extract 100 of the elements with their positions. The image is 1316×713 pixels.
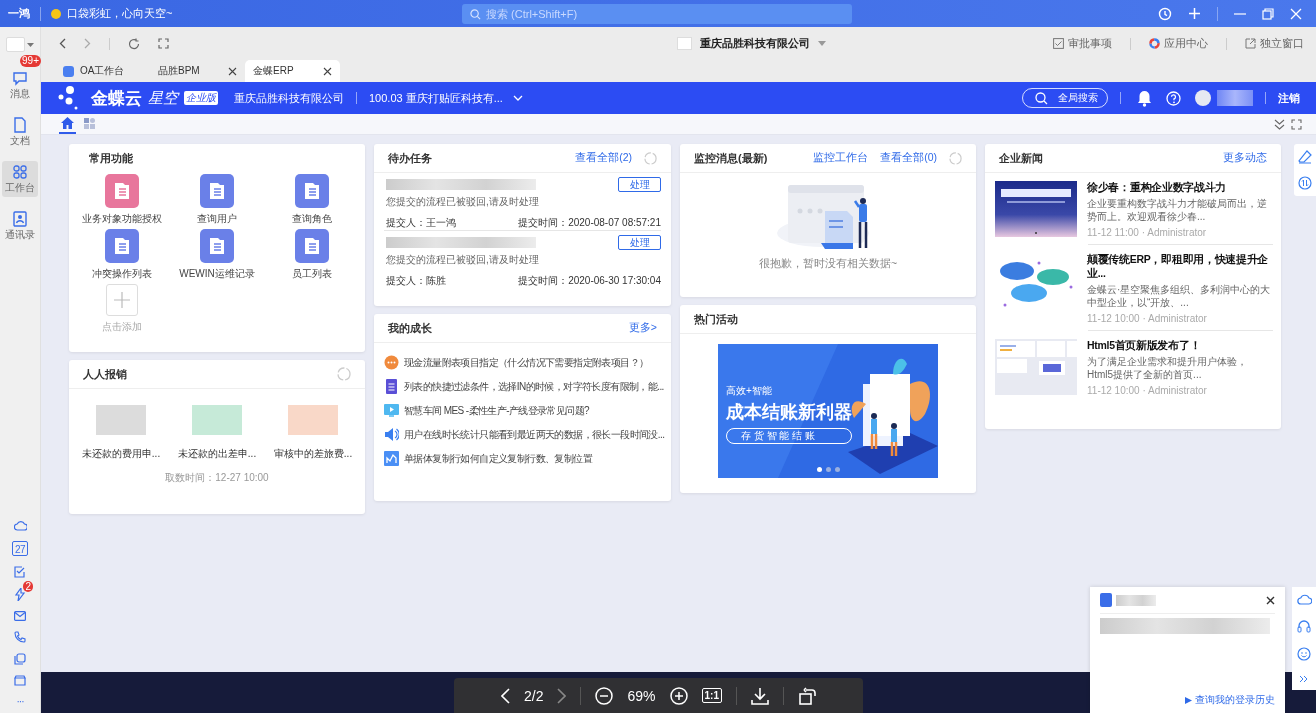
avatar[interactable] — [1195, 90, 1211, 106]
news-meta: 11-12 11:00 · Administrator — [1087, 227, 1208, 238]
fullscreen-icon[interactable] — [1291, 118, 1302, 130]
collapse-icon[interactable] — [1274, 118, 1285, 130]
process-button[interactable]: 处理 — [618, 177, 661, 192]
calendar-icon[interactable]: 27 — [12, 541, 28, 556]
document-icon — [384, 379, 399, 394]
more-link[interactable]: 更多> — [628, 321, 657, 335]
rail-item[interactable]: 通讯录 — [2, 208, 38, 244]
shortcut-item[interactable]: 业务对象功能授权 — [75, 174, 170, 226]
news-title[interactable]: 颠覆传统ERP，即租即用，快速提升企业... — [1087, 253, 1273, 281]
eraser-icon[interactable] — [1298, 150, 1312, 164]
card-link[interactable]: 查看全部(0) — [880, 151, 937, 165]
close-icon[interactable] — [1266, 595, 1275, 605]
shortcut-item[interactable]: WEWIN运维记录 — [169, 229, 265, 281]
article-link[interactable]: 单据体复制行如何自定义复制行数、复制位置 — [404, 451, 592, 466]
history-icon[interactable] — [1158, 6, 1172, 21]
card-title: 人人报销 — [83, 366, 127, 382]
carousel-dot[interactable] — [816, 467, 822, 472]
next-icon[interactable] — [557, 687, 567, 704]
shortcut-item[interactable]: 查询用户 — [169, 174, 265, 226]
company-name[interactable]: 重庆品胜科技有限公司 — [699, 36, 810, 51]
process-button[interactable]: 处理 — [618, 235, 661, 250]
cloud-icon[interactable] — [13, 520, 27, 531]
card-link[interactable]: 监控工作台 — [813, 151, 869, 165]
login-history-link[interactable]: 查询我的登录历史 — [1185, 693, 1275, 707]
checkbox-icon — [1053, 38, 1064, 49]
news-summary: 为了满足企业需求和提升用户体验，Html5提供了全新的首页... — [1087, 355, 1248, 381]
document-icon — [12, 116, 28, 133]
card-title: 待办任务 — [388, 150, 432, 166]
lightning-icon[interactable] — [15, 588, 25, 601]
news-title[interactable]: 徐少春：重构企业数字战斗力 — [1087, 181, 1273, 195]
browser-tab[interactable]: OA工作台 — [55, 60, 150, 82]
back-icon[interactable] — [59, 38, 66, 49]
expand-icon[interactable] — [1299, 675, 1309, 683]
emoji-icon — [51, 8, 61, 19]
shortcut-item[interactable]: 查询角色 — [264, 174, 359, 226]
view-all-link[interactable]: 查看全部(2) — [575, 151, 632, 165]
download-icon[interactable] — [750, 686, 769, 705]
more-button[interactable]: ··· — [16, 696, 24, 707]
fullscreen-icon[interactable] — [158, 38, 169, 49]
copy-icon[interactable] — [14, 653, 26, 665]
rotate-icon[interactable] — [797, 686, 816, 705]
toolbar-link[interactable]: 应用中心 — [1149, 36, 1208, 51]
previous-icon[interactable] — [501, 687, 510, 704]
smiley-icon[interactable] — [1297, 647, 1311, 661]
article-link[interactable]: 现金流量附表项目指定（什么情况下需要指定附表项目？） — [404, 355, 649, 370]
search-field[interactable]: 搜索 (Ctrl+Shift+F) — [462, 4, 852, 24]
shortcut-item[interactable]: 冲突操作列表 — [75, 229, 170, 281]
actual-size-button[interactable]: 1:1 — [701, 688, 722, 703]
empty-message: 很抱歉，暂时没有相关数据~ — [758, 257, 898, 271]
browser-tab[interactable]: 金蝶ERP — [245, 60, 340, 82]
more-news-link[interactable]: 更多动态 — [1223, 151, 1267, 165]
cloud-icon[interactable] — [1296, 594, 1312, 605]
headset-icon[interactable] — [1297, 619, 1311, 633]
account-selector[interactable]: 100.03 重庆打贴匠科技有... — [369, 90, 503, 106]
news-title[interactable]: Html5首页新版发布了！ — [1087, 339, 1273, 353]
card-title: 监控消息(最新) — [694, 150, 768, 166]
mail-icon[interactable] — [14, 611, 26, 621]
shortcut-item[interactable]: 员工列表 — [264, 229, 359, 281]
box-icon[interactable] — [14, 675, 26, 686]
carousel-dot[interactable] — [825, 467, 831, 472]
close-icon[interactable] — [228, 66, 237, 76]
card-title: 企业新闻 — [999, 150, 1043, 166]
sort-icon[interactable] — [1298, 176, 1312, 190]
expense-label[interactable]: 审核中的差旅费... — [273, 447, 353, 461]
article-link[interactable]: 用户在线时长统计只能看到最近两天的数据，很长一段时间没... — [404, 427, 665, 442]
toolbar-link[interactable]: 独立窗口 — [1245, 36, 1304, 51]
minimize-icon[interactable] — [1234, 12, 1246, 15]
submit-time: 提交时间：2020-06-30 17:30:04 — [518, 274, 661, 288]
logout-link[interactable]: 注销 — [1278, 90, 1300, 106]
brand-subtitle: 星空 — [148, 88, 178, 108]
help-icon[interactable] — [1166, 90, 1181, 106]
task-message: 您提交的流程已被驳回,请及时处理 — [386, 195, 540, 209]
article-link[interactable]: 列表的快捷过滤条件，选择IN的时候，对字符长度有限制，能... — [404, 379, 664, 394]
zoom-out-icon[interactable] — [595, 686, 614, 705]
close-icon[interactable] — [323, 66, 332, 76]
status-text[interactable]: 口袋彩虹，心向天空~ — [67, 6, 173, 21]
checklist-icon[interactable] — [14, 566, 26, 578]
browser-tab[interactable]: 品胜BPM — [150, 60, 245, 82]
zoom-in-icon[interactable] — [669, 686, 688, 705]
expense-label[interactable]: 未还款的出差申... — [177, 447, 257, 461]
toolbar-link[interactable]: 审批事项 — [1053, 36, 1112, 51]
carousel-dot[interactable] — [834, 467, 840, 472]
rail-item[interactable]: 文档 — [2, 114, 38, 150]
rail-item[interactable]: 消息 — [2, 67, 38, 103]
restore-icon[interactable] — [1262, 7, 1274, 20]
caret-icon — [27, 42, 34, 47]
organization-switcher[interactable] — [6, 37, 34, 52]
chevron-down-icon[interactable] — [512, 95, 523, 101]
rail-item[interactable]: 工作台 — [2, 161, 38, 197]
refresh-icon[interactable] — [128, 37, 140, 50]
phone-icon[interactable] — [14, 631, 26, 643]
chat-icon — [384, 355, 399, 370]
bell-icon[interactable] — [1137, 89, 1152, 107]
caret-icon[interactable] — [817, 41, 826, 46]
unread-badge: 99+ — [20, 55, 41, 67]
add-icon[interactable] — [1188, 7, 1201, 20]
article-link[interactable]: 智慧车间 MES -柔性生产-产线登录常见问题? — [404, 403, 590, 418]
expense-label[interactable]: 未还款的费用申... — [81, 447, 161, 461]
